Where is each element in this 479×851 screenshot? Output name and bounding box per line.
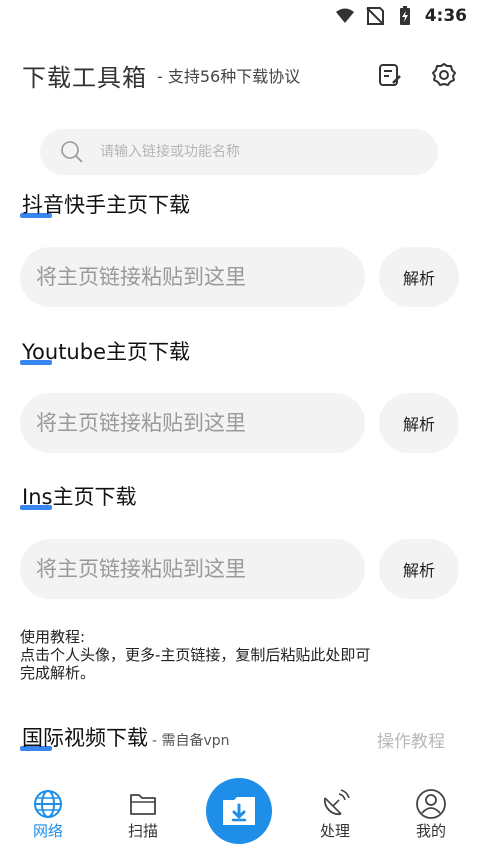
section-title-label: 抖音快手主页下载 (22, 193, 190, 217)
satellite-dish-icon (323, 789, 350, 816)
search-input[interactable] (98, 143, 402, 161)
bottom-nav: 网络 扫描 处理 我的 (0, 770, 479, 851)
edit-note-icon[interactable] (377, 62, 403, 88)
youtube-parse-button[interactable]: 解析 (379, 393, 459, 453)
douyin-parse-button[interactable]: 解析 (379, 247, 459, 307)
download-folder-icon (223, 797, 255, 825)
status-time: 4:36 (424, 6, 467, 26)
download-fab-button[interactable] (206, 778, 272, 844)
tutorial-heading: 使用教程: (20, 628, 86, 646)
nav-item-mine[interactable]: 我的 (401, 788, 461, 841)
app-title: 下载工具箱 (22, 63, 147, 92)
section-title-label: Youtube主页下载 (22, 340, 190, 364)
section-title-intl-video: 国际视频下载 - 需自备vpn (20, 723, 230, 753)
folder-icon (130, 794, 156, 815)
douyin-link-input[interactable] (20, 247, 365, 307)
status-bar: 4:36 (0, 0, 479, 34)
no-sim-icon (365, 7, 384, 25)
section-title-label: 国际视频下载 (22, 726, 148, 750)
nav-label: 扫描 (127, 822, 158, 840)
section-title-label: Ins主页下载 (22, 485, 137, 509)
app-subtitle: - 支持56种下载协议 (157, 67, 301, 86)
user-icon (416, 789, 446, 819)
nav-label: 网络 (32, 822, 63, 840)
nav-label: 处理 (319, 822, 350, 840)
section-title-ins: Ins主页下载 (20, 482, 137, 512)
operation-tutorial-link[interactable]: 操作教程 (377, 727, 445, 752)
search-box (40, 129, 438, 175)
ins-parse-button[interactable]: 解析 (379, 539, 459, 599)
globe-icon (34, 790, 62, 818)
search-icon (61, 141, 83, 163)
nav-item-scan[interactable]: 扫描 (113, 788, 173, 841)
tutorial-line: 完成解析。 (20, 664, 96, 682)
youtube-link-input[interactable] (20, 393, 365, 453)
tutorial-line: 点击个人头像，更多-主页链接，复制后粘贴此处即可 (20, 646, 371, 664)
status-icons: 4:36 (335, 6, 467, 26)
nav-label: 我的 (415, 822, 446, 840)
nav-item-network[interactable]: 网络 (18, 788, 78, 841)
app-header: 下载工具箱 - 支持56种下载协议 (22, 58, 457, 92)
header-actions (377, 62, 457, 88)
section-title-youtube: Youtube主页下载 (20, 337, 190, 367)
battery-charging-icon (399, 6, 410, 25)
section-title-douyin-kuaishou: 抖音快手主页下载 (20, 190, 190, 220)
vpn-note: - 需自备vpn (152, 733, 230, 749)
nav-item-process[interactable]: 处理 (305, 788, 365, 841)
tutorial-text: 使用教程: 点击个人头像，更多-主页链接，复制后粘贴此处即可 完成解析。 (20, 628, 460, 682)
settings-gear-icon[interactable] (431, 62, 457, 88)
wifi-icon (335, 8, 354, 23)
ins-link-input[interactable] (20, 539, 365, 599)
